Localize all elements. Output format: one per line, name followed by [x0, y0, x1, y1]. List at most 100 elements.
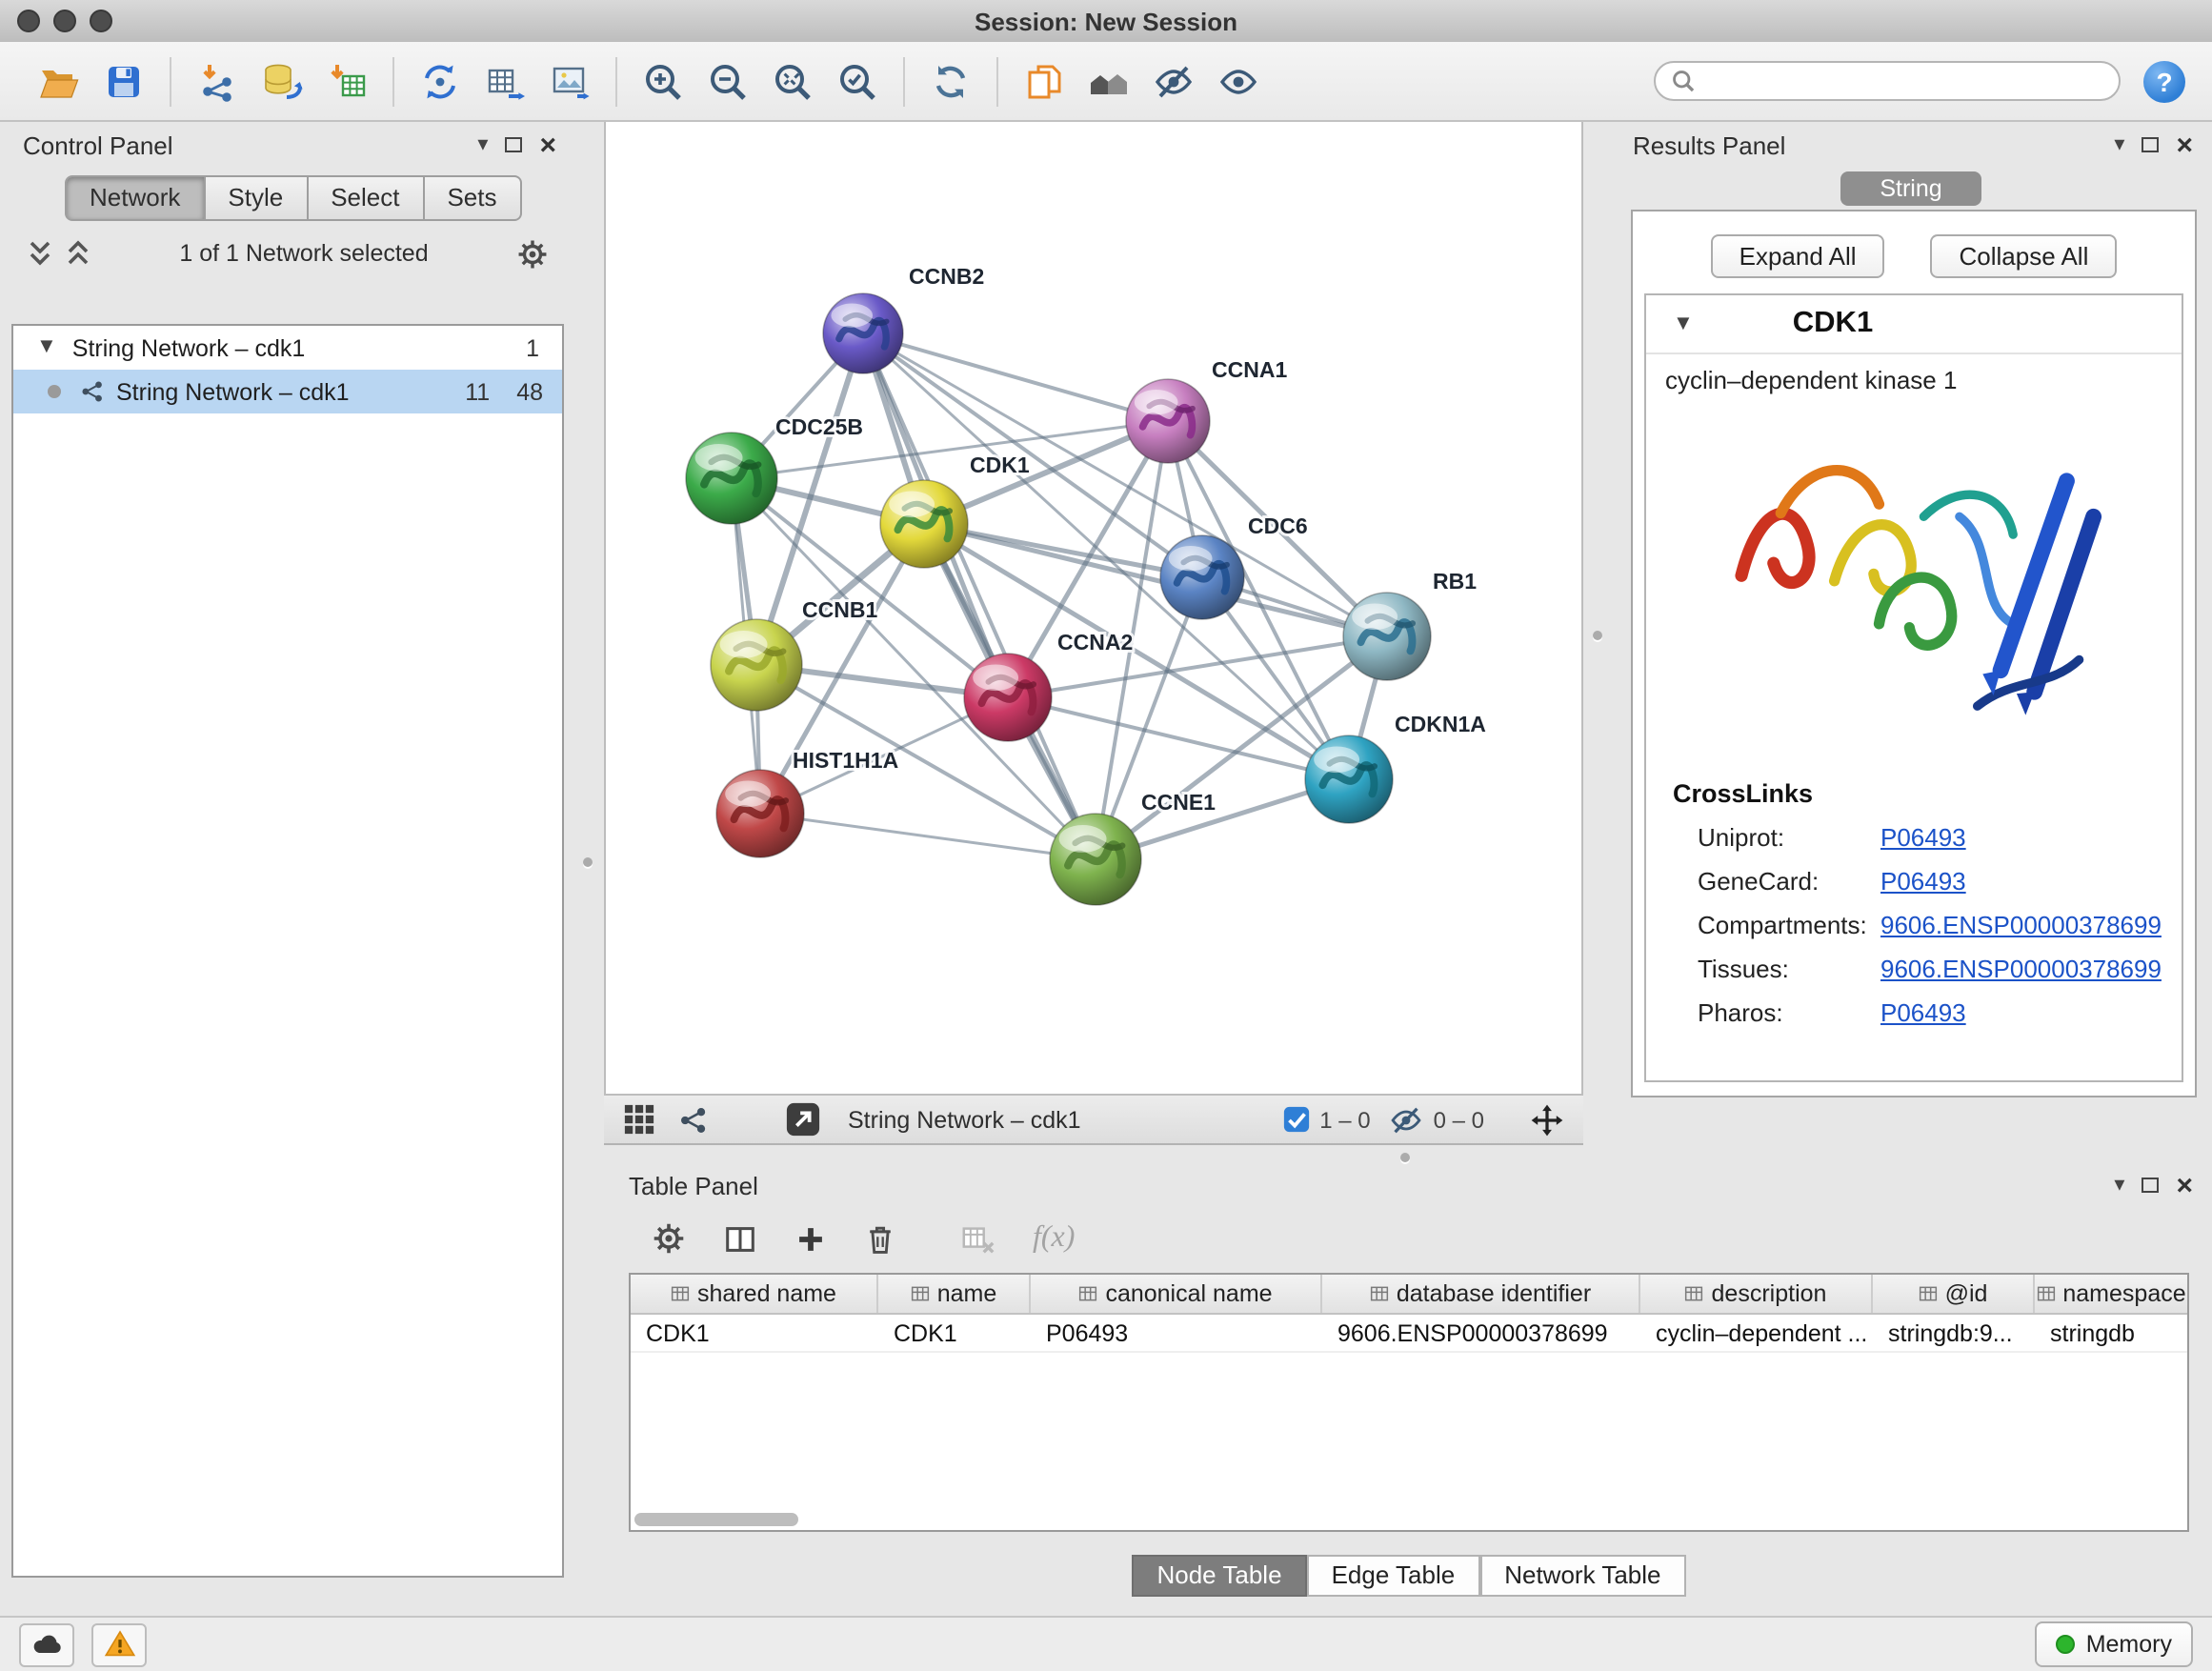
panel-float-icon[interactable] — [2142, 137, 2159, 152]
cell-description: cyclin–dependent ... — [1640, 1319, 1873, 1346]
network-node-CDK1[interactable] — [880, 480, 968, 568]
network-row-selected[interactable]: String Network – cdk1 11 48 — [13, 370, 562, 413]
tab-node-table[interactable]: Node Table — [1132, 1555, 1306, 1597]
collapse-all-icon[interactable] — [27, 238, 53, 269]
horizontal-splitter-handle[interactable] — [1400, 1153, 1410, 1162]
expand-all-button[interactable]: Expand All — [1711, 234, 1885, 278]
right-splitter-handle[interactable] — [1593, 631, 1602, 640]
memory-button[interactable]: Memory — [2035, 1621, 2193, 1667]
search-field[interactable] — [1654, 61, 2121, 101]
network-graph[interactable]: CCNB2CCNA1CDC25BCDK1CDC6RB1CCNB1CCNA2CDK… — [606, 122, 1585, 1094]
export-image-button[interactable] — [537, 52, 602, 110]
panel-menu-icon[interactable]: ▾ — [2114, 134, 2124, 155]
column-header-name[interactable]: name — [878, 1275, 1031, 1313]
crosslink-link[interactable]: P06493 — [1880, 867, 1966, 896]
pan-move-icon[interactable] — [1530, 1102, 1564, 1137]
network-overview-button[interactable] — [1076, 52, 1141, 110]
tab-network[interactable]: Network — [65, 175, 205, 221]
collapse-all-button[interactable]: Collapse All — [1931, 234, 2118, 278]
network-node-CCNB1[interactable] — [711, 619, 802, 711]
show-graphics-details-button[interactable] — [1206, 52, 1271, 110]
column-header-database-identifier[interactable]: database identifier — [1322, 1275, 1640, 1313]
column-header-namespace[interactable]: namespace — [2035, 1275, 2187, 1313]
help-button[interactable]: ? — [2143, 60, 2185, 102]
gene-card-header[interactable]: ▼ CDK1 — [1646, 295, 2182, 354]
tab-sets[interactable]: Sets — [424, 175, 521, 221]
column-header-canonical-name[interactable]: canonical name — [1031, 1275, 1322, 1313]
table-row[interactable]: CDK1 CDK1 P06493 9606.ENSP00000378699 cy… — [631, 1315, 2187, 1353]
cloud-status-button[interactable] — [19, 1622, 74, 1666]
panel-close-icon[interactable]: × — [2176, 1171, 2193, 1199]
tree-expand-icon[interactable]: ▼ — [36, 337, 57, 358]
tab-style[interactable]: Style — [205, 175, 308, 221]
selected-checkbox-icon[interactable] — [1281, 1105, 1310, 1134]
import-network-from-database-button[interactable] — [250, 52, 314, 110]
zoom-fit-button[interactable] — [760, 52, 825, 110]
tab-edge-table[interactable]: Edge Table — [1307, 1555, 1480, 1597]
birdseye-grid-icon[interactable] — [623, 1103, 655, 1136]
share-network-icon[interactable] — [678, 1104, 709, 1135]
crosslink-link[interactable]: 9606.ENSP00000378699 — [1880, 911, 2162, 939]
network-node-CCNE1[interactable] — [1050, 814, 1141, 905]
open-session-button[interactable] — [27, 52, 91, 110]
network-edge[interactable] — [760, 814, 1096, 859]
network-collection-row[interactable]: ▼ String Network – cdk1 1 — [13, 326, 562, 370]
crosslink-link[interactable]: P06493 — [1880, 998, 1966, 1027]
network-node-label: CDKN1A — [1395, 712, 1486, 736]
tab-network-table[interactable]: Network Table — [1479, 1555, 1685, 1597]
copy-document-button[interactable] — [1012, 52, 1076, 110]
network-node-CDC6[interactable] — [1160, 535, 1244, 619]
panel-close-icon[interactable]: × — [539, 131, 556, 159]
network-edge[interactable] — [924, 524, 1387, 636]
left-splitter-handle[interactable] — [583, 857, 593, 867]
zoom-out-button[interactable] — [695, 52, 760, 110]
import-network-from-file-button[interactable] — [185, 52, 250, 110]
network-node-CDC25B[interactable] — [686, 433, 777, 524]
network-node-HIST1H1A[interactable] — [716, 770, 804, 857]
hidden-eye-slash-icon[interactable] — [1390, 1102, 1424, 1137]
network-node-RB1[interactable] — [1343, 593, 1431, 680]
panel-menu-icon[interactable]: ▾ — [477, 134, 488, 155]
panel-float-icon[interactable] — [505, 137, 522, 152]
add-column-icon[interactable] — [794, 1222, 827, 1255]
table-settings-gear-icon[interactable] — [652, 1221, 686, 1256]
results-panel-title: Results Panel — [1633, 131, 1785, 159]
delete-trash-icon[interactable] — [863, 1221, 897, 1256]
zoom-in-button[interactable] — [631, 52, 695, 110]
warnings-button[interactable] — [91, 1622, 147, 1666]
table-panel-title: Table Panel — [629, 1171, 758, 1199]
column-header-id[interactable]: @id — [1873, 1275, 2035, 1313]
selection-counter: 1 – 0 — [1319, 1106, 1370, 1133]
save-session-button[interactable] — [91, 52, 156, 110]
results-panel: Results Panel ▾ × String Expand All Coll… — [1618, 126, 2204, 1166]
horizontal-scrollbar[interactable] — [634, 1513, 798, 1526]
import-table-from-file-button[interactable] — [314, 52, 379, 110]
open-in-new-window-icon[interactable] — [785, 1101, 821, 1137]
column-header-description[interactable]: description — [1640, 1275, 1873, 1313]
panel-menu-icon[interactable]: ▾ — [2114, 1175, 2124, 1196]
zoom-selected-button[interactable] — [825, 52, 890, 110]
hide-graphics-details-button[interactable] — [1141, 52, 1206, 110]
new-table-button[interactable] — [473, 52, 537, 110]
network-node-CDKN1A[interactable] — [1305, 735, 1393, 823]
network-edge[interactable] — [863, 333, 1096, 859]
cell-name: CDK1 — [878, 1319, 1031, 1346]
show-columns-icon[interactable] — [722, 1220, 758, 1257]
gear-icon[interactable] — [516, 237, 549, 270]
apply-layout-button[interactable] — [918, 52, 983, 110]
network-canvas[interactable]: CCNB2CCNA1CDC25BCDK1CDC6RB1CCNB1CCNA2CDK… — [604, 122, 1583, 1094]
panel-close-icon[interactable]: × — [2176, 131, 2193, 159]
tab-select[interactable]: Select — [308, 175, 424, 221]
network-node-CCNA2[interactable] — [964, 654, 1052, 741]
expand-all-icon[interactable] — [65, 238, 91, 269]
network-node-CCNA1[interactable] — [1126, 379, 1210, 463]
search-input[interactable] — [1696, 66, 2103, 96]
tab-string[interactable]: String — [1840, 171, 1981, 206]
network-node-CCNB2[interactable] — [823, 293, 903, 373]
new-network-from-selection-button[interactable] — [408, 52, 473, 110]
crosslink-link[interactable]: 9606.ENSP00000378699 — [1880, 955, 2162, 983]
column-header-shared-name[interactable]: shared name — [631, 1275, 878, 1313]
crosslink-link[interactable]: P06493 — [1880, 823, 1966, 852]
collapse-gene-icon[interactable]: ▼ — [1673, 313, 1694, 334]
panel-float-icon[interactable] — [2142, 1178, 2159, 1193]
